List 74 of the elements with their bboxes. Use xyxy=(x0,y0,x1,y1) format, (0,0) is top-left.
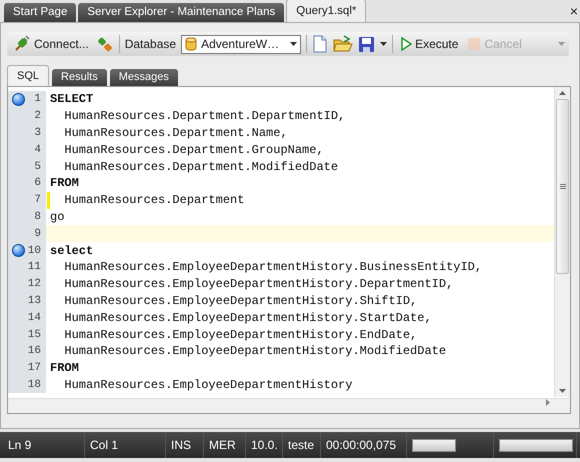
code-line: HumanResources.EmployeeDepartmentHistory.DepartmentID, xyxy=(63,277,454,292)
line-number: 2 xyxy=(34,110,42,122)
editor-tab[interactable]: Results xyxy=(52,69,107,86)
connect-button[interactable]: Connect... xyxy=(11,35,91,53)
horizontal-scrollbar[interactable] xyxy=(8,398,570,413)
document-tab[interactable]: Server Explorer - Maintenance Plans xyxy=(78,3,284,22)
line-number: 17 xyxy=(28,362,42,374)
folder-icon[interactable] xyxy=(333,35,354,53)
status-text: Ln 9 xyxy=(8,438,32,452)
code-line: HumanResources.Department.Name, xyxy=(63,126,288,140)
play-icon xyxy=(400,36,412,52)
caret-icon xyxy=(290,42,298,46)
line-number: 14 xyxy=(28,312,42,324)
status-text: 00:00:00,075 xyxy=(326,438,396,452)
code-line: HumanResources.Department.DepartmentID, xyxy=(63,109,346,124)
scroll-right-icon[interactable] xyxy=(546,399,550,406)
breakpoint-icon[interactable] xyxy=(12,244,25,258)
code-line: HumanResources.EmployeeDepartmentHistory.ShiftID, xyxy=(63,294,418,308)
status-text: 10.0. xyxy=(251,438,278,452)
code-line: HumanResources.Department.GroupName, xyxy=(63,142,324,157)
code-line: HumanResources.EmployeeDepartmentHistory.BusinessEntityID, xyxy=(63,260,482,274)
line-number: 10 xyxy=(28,244,42,257)
stop-icon xyxy=(467,37,482,51)
execute-button[interactable]: Execute xyxy=(398,36,460,52)
status-text: Col 1 xyxy=(90,438,118,452)
document-tab[interactable]: Start Page xyxy=(4,3,76,22)
scroll-down-icon[interactable] xyxy=(559,389,566,393)
caret-icon[interactable] xyxy=(380,42,388,46)
line-number: 6 xyxy=(34,177,42,190)
save-icon[interactable] xyxy=(358,36,376,52)
vertical-scrollbar[interactable] xyxy=(554,87,570,397)
code-line: SELECT xyxy=(50,92,94,106)
database-icon xyxy=(185,36,198,52)
line-number: 13 xyxy=(28,294,42,307)
line-number: 12 xyxy=(28,278,42,290)
plug-icon[interactable] xyxy=(96,35,114,53)
document-tab[interactable]: Query1.sql* xyxy=(286,0,366,22)
code-line: FROM xyxy=(50,176,79,190)
line-number: 18 xyxy=(28,378,42,391)
grip-icon[interactable] xyxy=(560,184,566,189)
database-label: Database xyxy=(124,37,176,51)
status-text: INS xyxy=(171,438,192,452)
line-number: 9 xyxy=(34,228,42,240)
line-number: 3 xyxy=(34,126,42,139)
editor-tab[interactable]: SQL xyxy=(7,65,50,86)
code-line: select xyxy=(50,244,94,258)
editor-tab[interactable]: Messages xyxy=(110,69,178,86)
line-number: 11 xyxy=(28,261,42,274)
line-number: 8 xyxy=(34,210,42,223)
status-text: teste xyxy=(288,438,314,452)
code-line: HumanResources.Department.ModifiedDate xyxy=(63,160,338,174)
code-line: HumanResources.EmployeeDepartmentHistory xyxy=(63,378,352,392)
code-line: HumanResources.EmployeeDepartmentHistory.EndDate, xyxy=(63,328,418,342)
code-editor[interactable] xyxy=(7,86,571,414)
status-panel xyxy=(412,438,456,452)
breakpoint-icon[interactable] xyxy=(12,93,25,106)
code-line: HumanResources.Department xyxy=(63,193,244,208)
status-text: MER xyxy=(209,438,236,452)
overflow-icon[interactable] xyxy=(558,42,565,46)
code-line: go xyxy=(50,210,64,224)
code-line: FROM xyxy=(50,361,79,376)
line-number: 5 xyxy=(34,160,42,173)
code-line: HumanResources.EmployeeDepartmentHistory.StartDate, xyxy=(63,310,432,325)
line-number: 7 xyxy=(34,194,42,206)
line-number: 15 xyxy=(28,328,42,341)
close-icon[interactable]: × xyxy=(570,3,578,19)
scroll-up-icon[interactable] xyxy=(559,91,566,95)
line-number: 4 xyxy=(34,144,42,156)
database-dropdown[interactable]: AdventureW… xyxy=(181,34,302,54)
line-number: 16 xyxy=(28,345,42,358)
line-number: 1 xyxy=(34,93,42,106)
new-file-icon[interactable] xyxy=(312,35,328,53)
code-line: HumanResources.EmployeeDepartmentHistory.ModifiedDate xyxy=(63,344,446,358)
plug-icon xyxy=(13,35,31,53)
